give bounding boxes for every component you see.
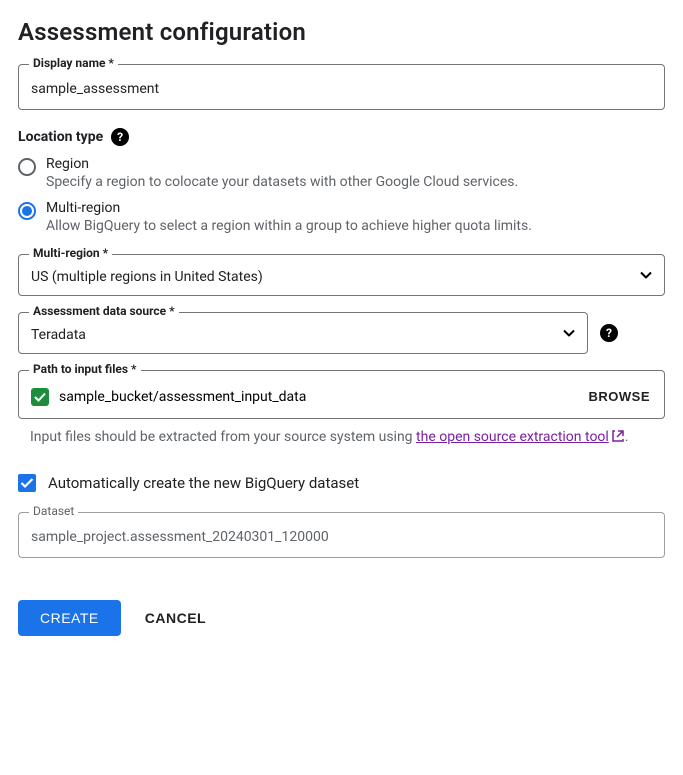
location-type-radio-group: Region Specify a region to colocate your… <box>18 156 665 234</box>
radio-multi-region[interactable]: Multi-region Allow BigQuery to select a … <box>18 200 665 234</box>
dataset-field: Dataset <box>18 512 665 558</box>
radio-region-title: Region <box>46 156 665 172</box>
external-link-icon <box>611 429 625 450</box>
create-button[interactable]: CREATE <box>18 600 121 636</box>
radio-icon <box>18 158 36 176</box>
multi-region-select[interactable]: Multi-region * US (multiple regions in U… <box>18 254 665 296</box>
radio-multi-region-title: Multi-region <box>46 200 665 216</box>
auto-create-dataset-label: Automatically create the new BigQuery da… <box>48 474 359 492</box>
radio-multi-region-desc: Allow BigQuery to select a region within… <box>46 218 665 234</box>
extraction-tool-link[interactable]: the open source extraction tool <box>416 429 625 445</box>
radio-region-desc: Specify a region to colocate your datase… <box>46 174 665 190</box>
checkbox-icon <box>18 474 36 492</box>
browse-button[interactable]: BROWSE <box>587 385 653 408</box>
chevron-down-icon <box>640 272 652 279</box>
help-icon[interactable]: ? <box>600 324 618 342</box>
multi-region-label: Multi-region * <box>29 246 112 260</box>
auto-create-dataset-checkbox[interactable]: Automatically create the new BigQuery da… <box>18 474 665 492</box>
check-icon <box>31 388 49 406</box>
display-name-field[interactable]: Display name * <box>18 64 665 110</box>
input-path-field[interactable]: Path to input files * BROWSE <box>18 370 665 419</box>
data-source-value: Teradata <box>31 327 86 343</box>
help-icon[interactable]: ? <box>111 128 129 146</box>
data-source-label: Assessment data source * <box>29 304 179 318</box>
multi-region-value: US (multiple regions in United States) <box>31 269 263 285</box>
radio-region[interactable]: Region Specify a region to colocate your… <box>18 156 665 190</box>
radio-icon <box>18 202 36 220</box>
location-type-label: Location type <box>18 129 103 145</box>
display-name-input[interactable] <box>31 79 652 99</box>
data-source-select[interactable]: Assessment data source * Teradata <box>18 312 588 354</box>
input-path-hint: Input files should be extracted from you… <box>30 427 665 450</box>
page-title: Assessment configuration <box>18 18 665 46</box>
input-path-input[interactable] <box>57 388 579 406</box>
dataset-input <box>31 527 652 547</box>
dataset-label: Dataset <box>29 504 78 518</box>
display-name-label: Display name * <box>29 56 118 70</box>
cancel-button[interactable]: CANCEL <box>141 602 210 634</box>
chevron-down-icon <box>563 330 575 337</box>
input-path-label: Path to input files * <box>29 362 141 376</box>
